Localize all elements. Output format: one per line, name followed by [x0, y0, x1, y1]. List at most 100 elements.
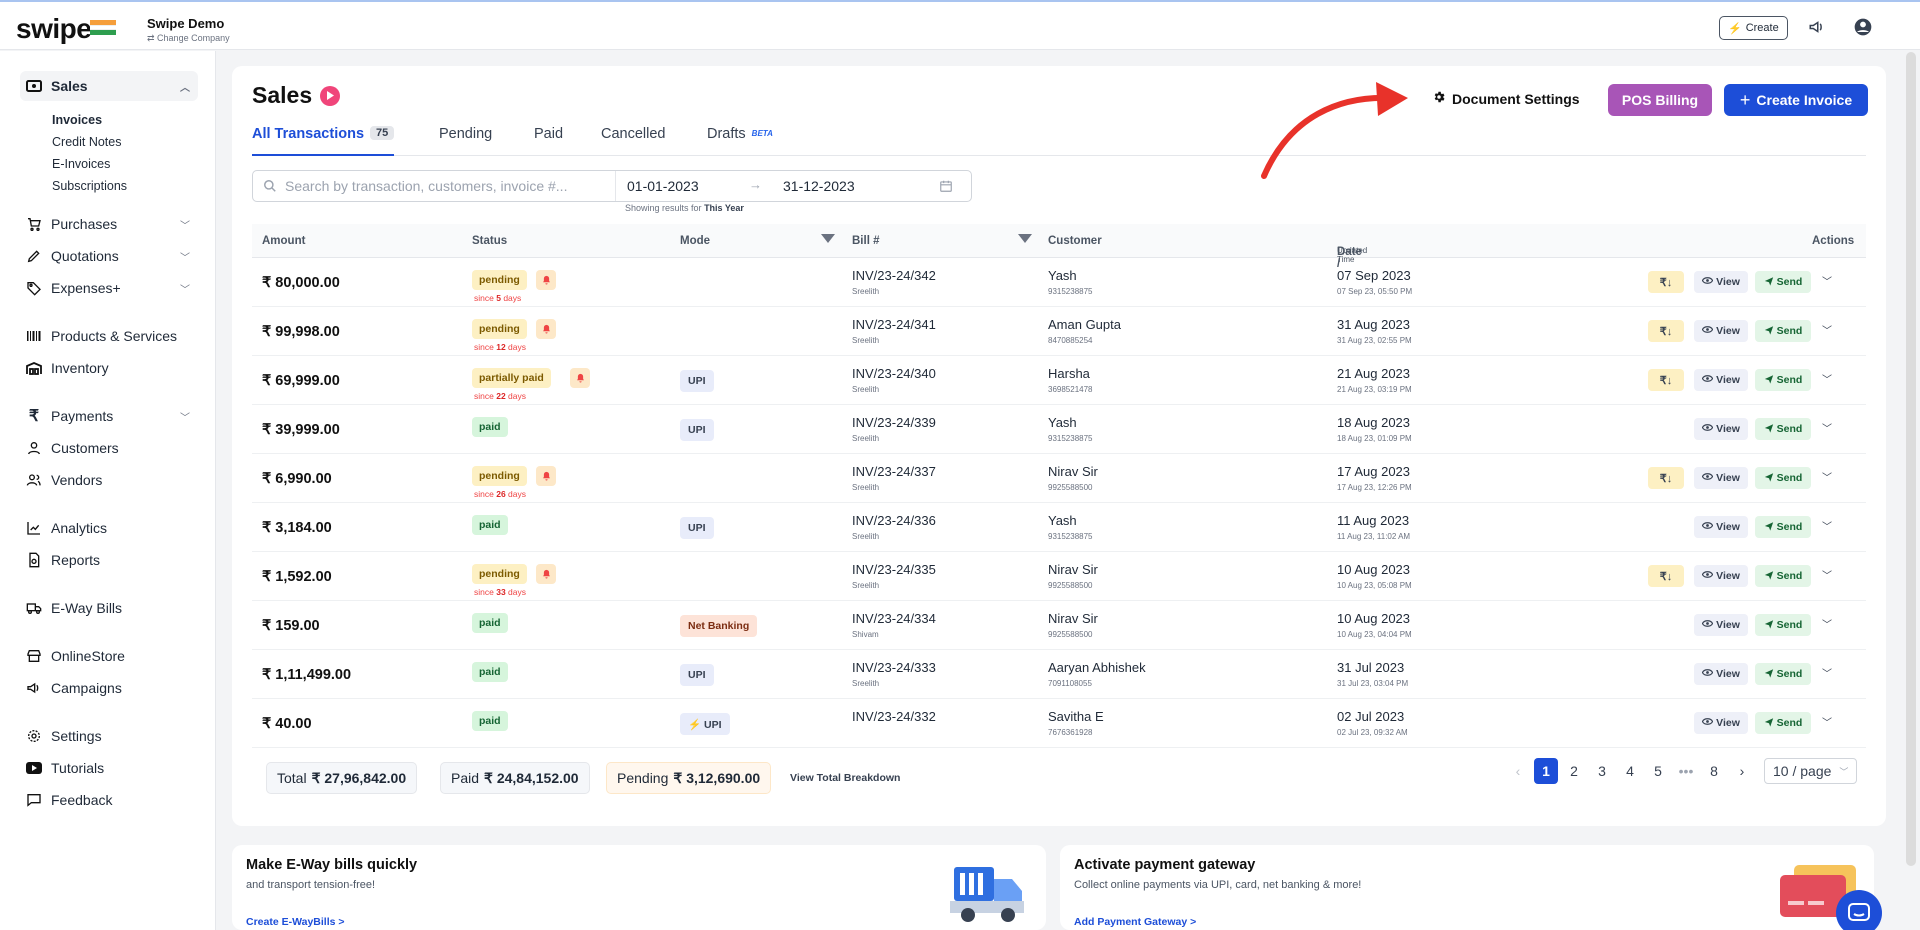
- bill-number[interactable]: INV/23-24/334: [852, 611, 936, 626]
- customer-name[interactable]: Yash: [1048, 268, 1077, 283]
- date-to-input[interactable]: 31-12-2023: [783, 178, 855, 194]
- sidebar-item-customers[interactable]: Customers: [20, 433, 198, 463]
- send-button[interactable]: Send: [1755, 712, 1811, 734]
- customer-name[interactable]: Savitha E: [1048, 709, 1104, 724]
- customer-name[interactable]: Aman Gupta: [1048, 317, 1121, 332]
- customer-name[interactable]: Aaryan Abhishek: [1048, 660, 1146, 675]
- chevron-down-icon[interactable]: ﹀: [1822, 469, 1832, 484]
- sidebar-item-products-services[interactable]: Products & Services: [20, 321, 198, 351]
- col-status[interactable]: Status: [472, 235, 507, 247]
- chevron-down-icon[interactable]: ﹀: [1822, 714, 1832, 729]
- view-button[interactable]: View: [1694, 418, 1748, 440]
- filter-icon[interactable]: [1018, 234, 1032, 243]
- table-row[interactable]: ₹ 3,184.00 paid UPI INV/23-24/336 Sreelith Ya…: [252, 503, 1866, 552]
- table-row[interactable]: ₹ 69,999.00 partially paid since 22 days UP…: [252, 356, 1866, 405]
- sidebar-item-settings[interactable]: Settings: [20, 721, 198, 751]
- view-button[interactable]: View: [1694, 712, 1748, 734]
- filter-icon[interactable]: [821, 234, 835, 243]
- table-row[interactable]: ₹ 159.00 paid Net Banking INV/23-24/334 Shiv…: [252, 601, 1866, 650]
- table-row[interactable]: ₹ 39,999.00 paid UPI INV/23-24/339 Sreelith Y…: [252, 405, 1866, 454]
- prev-page-icon[interactable]: ‹: [1504, 758, 1532, 784]
- chat-support-button[interactable]: [1836, 890, 1882, 930]
- sidebar-item-purchases[interactable]: Purchases ﹀: [20, 209, 198, 239]
- table-row[interactable]: ₹ 80,000.00 pending since 5 days INV/23-24/…: [252, 258, 1866, 307]
- ellipsis-icon[interactable]: •••: [1672, 758, 1700, 784]
- view-total-breakdown-link[interactable]: View Total Breakdown: [790, 772, 900, 784]
- sidebar-item-e-way-bills[interactable]: E-Way Bills: [20, 593, 198, 623]
- page-size-select[interactable]: 10 / page ﹀: [1764, 758, 1858, 784]
- record-payment-button[interactable]: ₹↓: [1648, 565, 1684, 587]
- view-button[interactable]: View: [1694, 467, 1748, 489]
- reminder-bell-icon[interactable]: [536, 319, 556, 339]
- page-scrollbar[interactable]: [1906, 52, 1916, 866]
- view-button[interactable]: View: [1694, 663, 1748, 685]
- customer-name[interactable]: Nirav Sir: [1048, 562, 1098, 577]
- create-eway-bills-link[interactable]: Create E-WayBills >: [246, 916, 345, 928]
- view-button[interactable]: View: [1694, 320, 1748, 342]
- sidebar-item-expenses[interactable]: Expenses+ ﹀: [20, 273, 198, 303]
- pos-billing-button[interactable]: POS Billing: [1608, 84, 1712, 116]
- chevron-down-icon[interactable]: ﹀: [1822, 420, 1832, 435]
- send-button[interactable]: Send: [1755, 614, 1811, 636]
- table-row[interactable]: ₹ 99,998.00 pending since 12 days INV/23-24…: [252, 307, 1866, 356]
- col-customer[interactable]: Customer: [1048, 235, 1102, 247]
- send-button[interactable]: Send: [1755, 663, 1811, 685]
- bill-number[interactable]: INV/23-24/336: [852, 513, 936, 528]
- sidebar-item-sales[interactable]: Sales ︿: [20, 71, 198, 101]
- table-row[interactable]: ₹ 1,592.00 pending since 33 days INV/23-24/…: [252, 552, 1866, 601]
- view-button[interactable]: View: [1694, 369, 1748, 391]
- table-row[interactable]: ₹ 6,990.00 pending since 26 days INV/23-24/…: [252, 454, 1866, 503]
- table-row[interactable]: ₹ 40.00 paid ⚡ UPI INV/23-24/332 Savitha E 76…: [252, 699, 1866, 748]
- page-4[interactable]: 4: [1616, 758, 1644, 784]
- page-1[interactable]: 1: [1534, 758, 1558, 784]
- chevron-down-icon[interactable]: ﹀: [1822, 273, 1832, 288]
- megaphone-icon[interactable]: [1807, 17, 1827, 37]
- sidebar-item-payments[interactable]: ₹ Payments ﹀: [20, 401, 198, 431]
- record-payment-button[interactable]: ₹↓: [1648, 320, 1684, 342]
- view-button[interactable]: View: [1694, 565, 1748, 587]
- send-button[interactable]: Send: [1755, 271, 1811, 293]
- sidebar-sub-subscriptions[interactable]: Subscriptions: [52, 179, 127, 193]
- customer-name[interactable]: Yash: [1048, 415, 1077, 430]
- sidebar-sub-invoices[interactable]: Invoices: [52, 113, 102, 127]
- sidebar-item-reports[interactable]: Reports: [20, 545, 198, 575]
- customer-name[interactable]: Yash: [1048, 513, 1077, 528]
- add-payment-gateway-link[interactable]: Add Payment Gateway >: [1074, 916, 1196, 928]
- col-bill[interactable]: Bill #: [852, 235, 879, 247]
- chevron-down-icon[interactable]: ﹀: [1822, 665, 1832, 680]
- tab-all-transactions[interactable]: All Transactions 75: [252, 122, 395, 156]
- bill-number[interactable]: INV/23-24/342: [852, 268, 936, 283]
- view-button[interactable]: View: [1694, 271, 1748, 293]
- reminder-bell-icon[interactable]: [536, 466, 556, 486]
- chevron-down-icon[interactable]: ﹀: [1822, 616, 1832, 631]
- calendar-icon[interactable]: [939, 179, 953, 198]
- sidebar-item-feedback[interactable]: Feedback: [20, 785, 198, 815]
- send-button[interactable]: Send: [1755, 467, 1811, 489]
- col-amount[interactable]: Amount: [262, 235, 305, 247]
- bill-number[interactable]: INV/23-24/337: [852, 464, 936, 479]
- bill-number[interactable]: INV/23-24/341: [852, 317, 936, 332]
- sidebar-sub-e-invoices[interactable]: E-Invoices: [52, 157, 110, 171]
- chevron-down-icon[interactable]: ﹀: [1822, 371, 1832, 386]
- chevron-down-icon[interactable]: ﹀: [1822, 518, 1832, 533]
- tab-drafts[interactable]: Drafts BETA: [707, 122, 773, 156]
- sidebar-item-analytics[interactable]: Analytics: [20, 513, 198, 543]
- bill-number[interactable]: INV/23-24/339: [852, 415, 936, 430]
- record-payment-button[interactable]: ₹↓: [1648, 467, 1684, 489]
- chevron-down-icon[interactable]: ﹀: [1822, 567, 1832, 582]
- page-5[interactable]: 5: [1644, 758, 1672, 784]
- view-button[interactable]: View: [1694, 614, 1748, 636]
- create-invoice-button[interactable]: + Create Invoice: [1724, 84, 1868, 116]
- user-avatar-icon[interactable]: [1853, 17, 1873, 37]
- bill-number[interactable]: INV/23-24/340: [852, 366, 936, 381]
- sidebar-item-inventory[interactable]: Inventory: [20, 353, 198, 383]
- page-3[interactable]: 3: [1588, 758, 1616, 784]
- send-button[interactable]: Send: [1755, 565, 1811, 587]
- send-button[interactable]: Send: [1755, 369, 1811, 391]
- record-payment-button[interactable]: ₹↓: [1648, 271, 1684, 293]
- change-company-link[interactable]: ⇄ Change Company: [147, 33, 230, 44]
- sidebar-item-online-store[interactable]: OnlineStore: [20, 641, 198, 671]
- tab-paid[interactable]: Paid: [534, 122, 563, 156]
- reminder-bell-icon[interactable]: [536, 270, 556, 290]
- tab-cancelled[interactable]: Cancelled: [601, 122, 666, 156]
